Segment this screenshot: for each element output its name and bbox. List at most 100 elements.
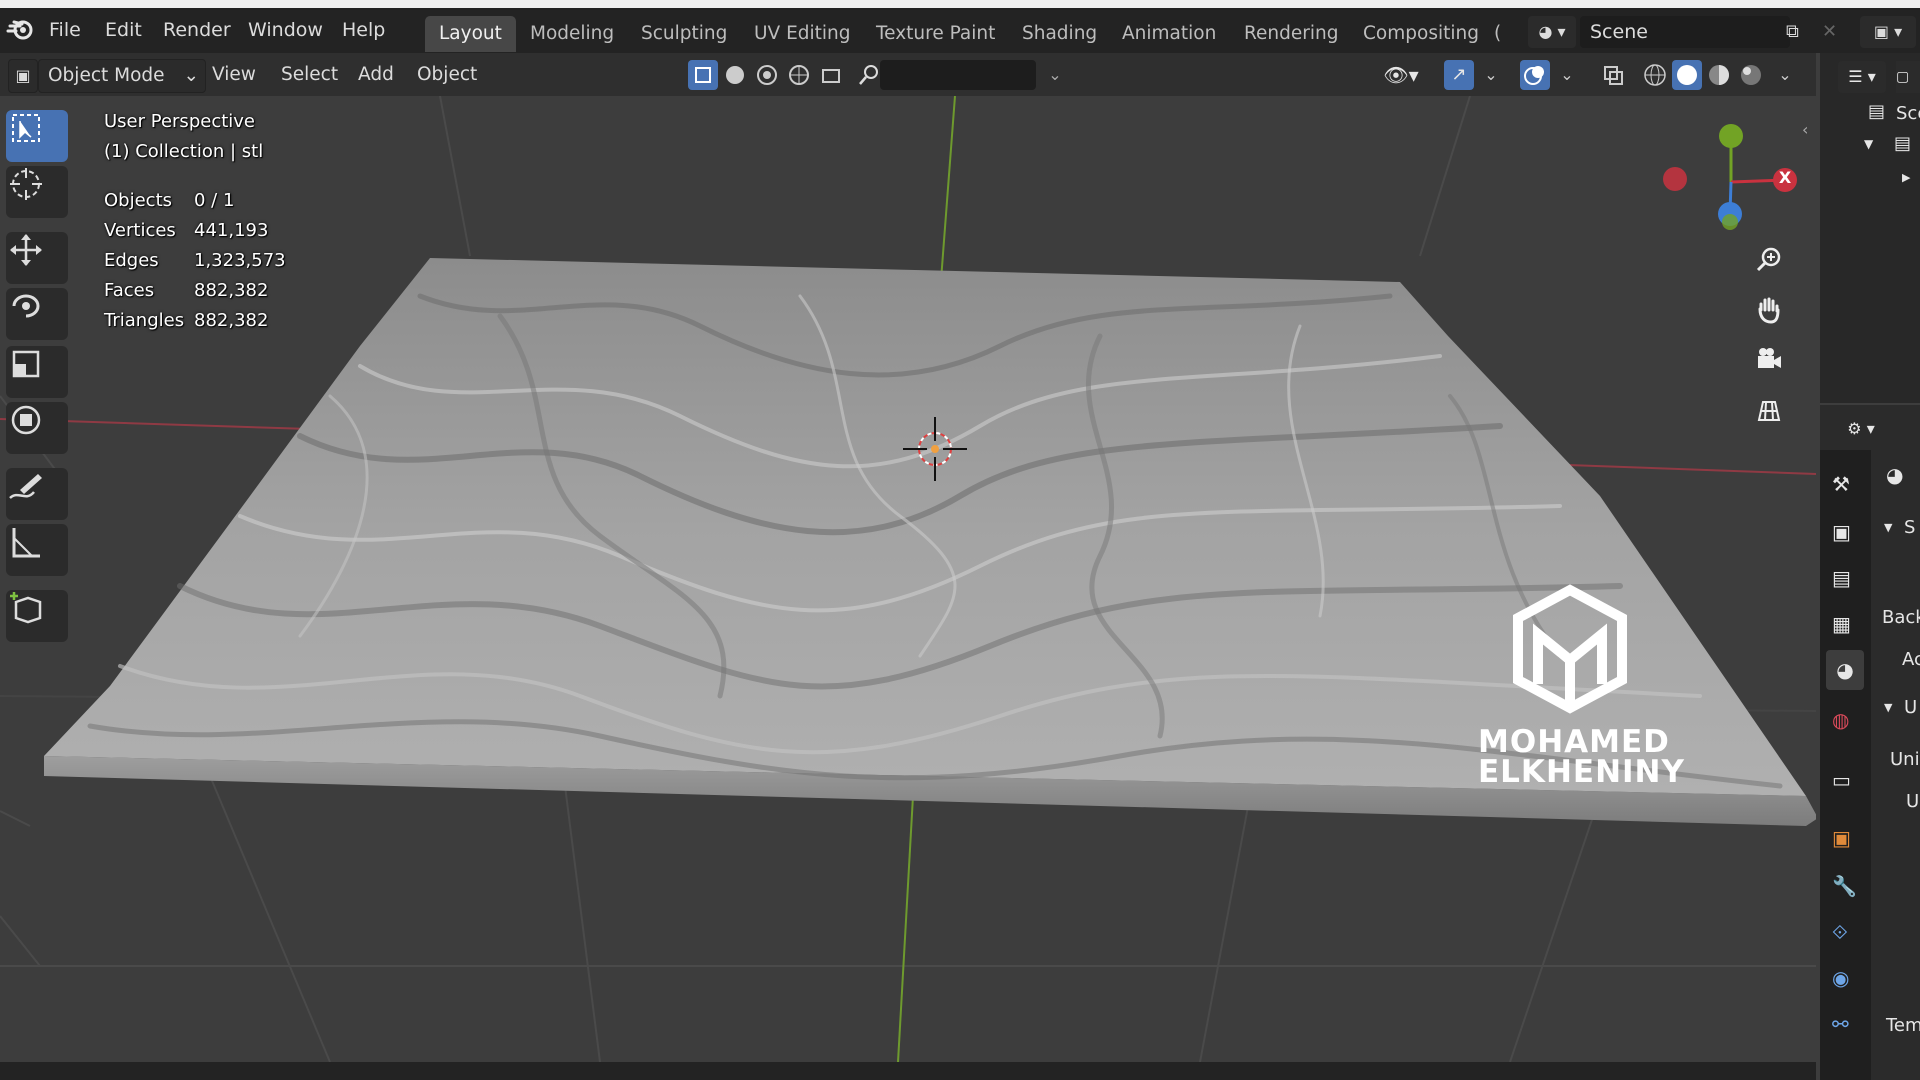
- zoom-icon: [1756, 247, 1781, 272]
- measure-tool[interactable]: [6, 524, 68, 576]
- xray-icon[interactable]: [1598, 60, 1628, 90]
- scale-tool[interactable]: [6, 346, 68, 398]
- menu-edit[interactable]: Edit: [105, 8, 142, 53]
- editor-type-icon[interactable]: ▣: [8, 59, 38, 93]
- sphere-filter-icon[interactable]: [720, 60, 750, 90]
- transform-tool[interactable]: [6, 402, 68, 454]
- tab-animation[interactable]: Animation: [1108, 16, 1230, 52]
- close-icon[interactable]: ✕: [1822, 16, 1844, 48]
- overlay-dropdown-icon[interactable]: ⌄: [1552, 60, 1582, 90]
- collapse-arrow-icon[interactable]: ▶: [1902, 171, 1910, 184]
- chevron-down-icon: ⌄: [183, 65, 199, 86]
- scene-name-field[interactable]: Scene: [1580, 16, 1790, 48]
- wireframe-shading-icon[interactable]: [1640, 60, 1670, 90]
- tab-sculpting[interactable]: Sculpting: [627, 16, 741, 52]
- stat-value: 882,382: [194, 280, 269, 301]
- outliner-editor-icon[interactable]: ☰ ▾: [1838, 61, 1886, 93]
- select-box-tool[interactable]: [6, 110, 68, 162]
- view-layer-icon[interactable]: ▣ ▾: [1860, 16, 1916, 48]
- new-scene-icon[interactable]: ⧉: [1786, 16, 1814, 48]
- section-scene-header[interactable]: S: [1904, 517, 1915, 538]
- add-cube-icon: [10, 592, 42, 624]
- annotate-tool[interactable]: [6, 468, 68, 520]
- outliner-scene-item[interactable]: Sce: [1896, 103, 1920, 124]
- expand-arrow-icon[interactable]: ▼: [1864, 137, 1873, 151]
- 3d-viewport[interactable]: X User Perspective (1) Collection | stl …: [0, 96, 1816, 1062]
- mode-dropdown[interactable]: Object Mode ⌄: [38, 59, 206, 93]
- menu-help[interactable]: Help: [342, 8, 385, 53]
- zoom-button[interactable]: [1755, 246, 1801, 292]
- section-arrow-icon[interactable]: ▼: [1884, 701, 1892, 714]
- tab-compositing[interactable]: Compositing: [1349, 16, 1493, 52]
- collection-tab-icon[interactable]: ▭: [1832, 768, 1851, 792]
- menu-add[interactable]: Add: [349, 59, 403, 91]
- scene-tab-icon[interactable]: ◕: [1826, 650, 1864, 690]
- section-arrow-icon[interactable]: ▼: [1884, 521, 1892, 534]
- tab-modeling[interactable]: Modeling: [516, 16, 628, 52]
- move-tool[interactable]: [6, 232, 68, 284]
- menu-window[interactable]: Window: [248, 8, 323, 53]
- rendered-shading-icon[interactable]: [1736, 60, 1766, 90]
- negative-x-axis-handle: [1663, 167, 1687, 191]
- solid-shading-icon[interactable]: [1672, 60, 1702, 90]
- cursor-icon: [10, 168, 42, 200]
- camera-filter-icon[interactable]: [816, 60, 846, 90]
- output-tab-icon[interactable]: ▤: [1832, 566, 1851, 590]
- add-cube-tool[interactable]: [6, 590, 68, 642]
- section-units-header[interactable]: U: [1904, 697, 1917, 718]
- tab-overflow[interactable]: (: [1490, 16, 1505, 52]
- visibility-icon[interactable]: 👁▾: [1378, 60, 1424, 90]
- grid-icon: [1757, 401, 1781, 421]
- menu-view[interactable]: View: [203, 59, 265, 91]
- tab-rendering[interactable]: Rendering: [1230, 16, 1352, 52]
- annotate-icon: [9, 474, 42, 499]
- tab-layout[interactable]: Layout: [425, 16, 516, 52]
- outliner-filter-icon[interactable]: ▢: [1896, 61, 1920, 93]
- object-tab-icon[interactable]: ▣: [1832, 826, 1851, 850]
- y-axis-line-bottom: [897, 795, 914, 1062]
- mesh-filter-icon[interactable]: [688, 60, 718, 90]
- search-input[interactable]: [880, 60, 1036, 90]
- viewport-scene: [0, 96, 1816, 1062]
- menu-file[interactable]: File: [49, 8, 81, 53]
- collection-label: (1) Collection | stl: [104, 141, 264, 162]
- modifier-tab-icon[interactable]: 🔧: [1832, 874, 1857, 898]
- ortho-toggle-button[interactable]: [1755, 396, 1801, 442]
- world-filter-icon[interactable]: [784, 60, 814, 90]
- camera-view-button[interactable]: [1755, 346, 1801, 392]
- tool-tab-icon[interactable]: ⚒: [1832, 472, 1850, 496]
- tab-shading[interactable]: Shading: [1008, 16, 1111, 52]
- constraints-tab-icon[interactable]: ⚯: [1832, 1012, 1849, 1036]
- menu-render[interactable]: Render: [163, 8, 231, 53]
- sidebar-toggle-icon[interactable]: ‹: [1802, 120, 1808, 139]
- gizmo-toggle-icon[interactable]: ↗: [1444, 60, 1474, 90]
- shading-dropdown-icon[interactable]: ⌄: [1770, 60, 1800, 90]
- light-filter-icon[interactable]: [752, 60, 782, 90]
- blender-logo-icon[interactable]: [6, 8, 40, 53]
- particles-tab-icon[interactable]: ⟐: [1832, 920, 1848, 944]
- view-perspective-label: User Perspective: [104, 111, 255, 132]
- menu-object[interactable]: Object: [408, 59, 486, 91]
- temperature-label: Tem: [1886, 1015, 1920, 1036]
- rotate-tool[interactable]: [6, 288, 68, 340]
- overlay-toggle-icon[interactable]: [1520, 60, 1550, 90]
- background-label: Back: [1882, 607, 1920, 628]
- tab-uv-editing[interactable]: UV Editing: [740, 16, 865, 52]
- x-axis-line-right: [1539, 463, 1816, 475]
- stat-value: 0 / 1: [194, 190, 235, 211]
- pan-button[interactable]: [1755, 296, 1801, 342]
- cursor-tool[interactable]: [6, 166, 68, 218]
- view-layer-tab-icon[interactable]: ▦: [1832, 612, 1851, 636]
- gizmo-x-label[interactable]: X: [1778, 168, 1792, 187]
- gizmo-dropdown-icon[interactable]: ⌄: [1476, 60, 1506, 90]
- menu-select[interactable]: Select: [272, 59, 347, 91]
- chevron-down-icon[interactable]: ⌄: [1040, 60, 1070, 90]
- scene-selector-icon[interactable]: ◕ ▾: [1528, 16, 1576, 48]
- move-icon: [10, 234, 42, 266]
- physics-tab-icon[interactable]: ◉: [1832, 966, 1849, 990]
- world-tab-icon[interactable]: ◍: [1832, 708, 1849, 732]
- material-shading-icon[interactable]: [1704, 60, 1734, 90]
- render-tab-icon[interactable]: ▣: [1832, 520, 1851, 544]
- properties-editor-icon[interactable]: ⚙ ▾: [1836, 413, 1886, 445]
- tab-texture-paint[interactable]: Texture Paint: [862, 16, 1009, 52]
